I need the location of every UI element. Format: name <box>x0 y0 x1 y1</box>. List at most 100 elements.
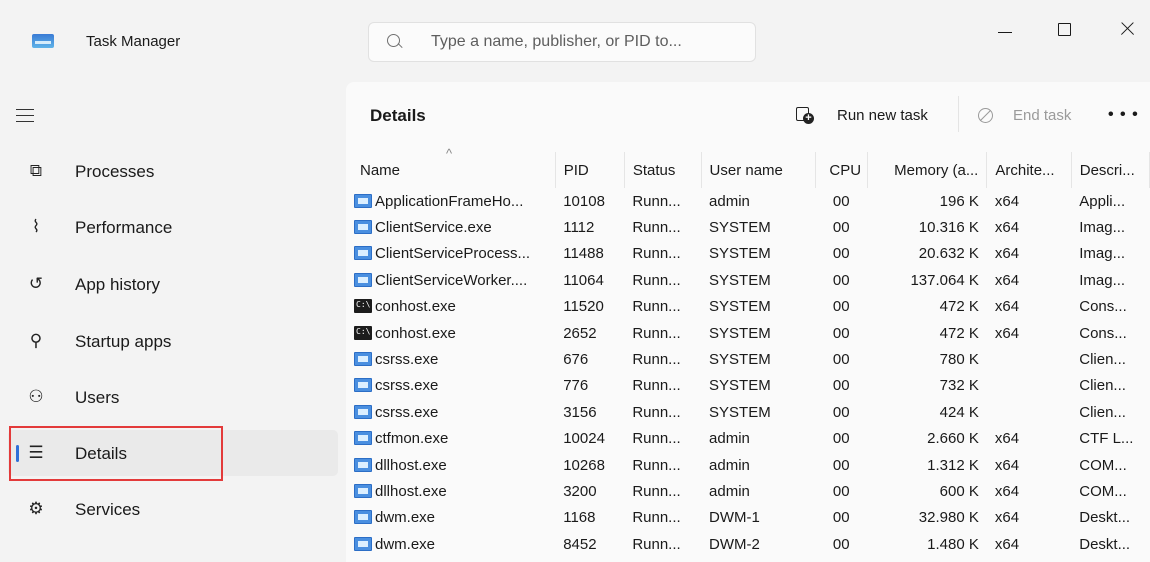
cell-arch: x64 <box>994 509 1020 527</box>
cell-name: dwm.exe <box>352 531 555 557</box>
console-app-icon <box>354 299 372 314</box>
cell-pid: 8452 <box>563 535 597 553</box>
sidebar-item-label: Startup apps <box>75 332 172 351</box>
cell-name: dwm.exe <box>352 505 555 531</box>
search-input[interactable]: Type a name, publisher, or PID to... <box>368 22 756 62</box>
cell-name: dllhost.exe <box>352 452 555 478</box>
app-title: Task Manager <box>86 33 181 50</box>
process-name: ClientServiceWorker.... <box>375 271 528 289</box>
minimize-icon <box>998 32 1012 34</box>
cell-cpu: 00 <box>832 324 850 342</box>
process-name: dwm.exe <box>375 509 436 527</box>
column-header-archite[interactable]: Archite... <box>986 152 1072 188</box>
cell-mem: 472 K <box>939 324 979 342</box>
cell-arch: x64 <box>994 535 1020 553</box>
cell-user: admin <box>709 456 750 474</box>
cell-mem: 424 K <box>939 403 979 421</box>
cell-arch: x64 <box>994 271 1020 289</box>
table-row[interactable]: csrss.exe 776 Runn... SYSTEM 00 732 K Clien... <box>352 373 1150 399</box>
cell-name: ClientServiceWorker.... <box>352 267 555 293</box>
sidebar-item-users[interactable]: ⚇ Users <box>8 374 338 420</box>
task-manager-logo-icon <box>32 34 54 48</box>
console-app-icon <box>354 325 372 340</box>
cell-name: conhost.exe <box>352 294 555 320</box>
table-row[interactable]: ApplicationFrameHo... 10108 Runn... admin 00… <box>352 188 1150 214</box>
cell-mem: 20.632 K <box>918 245 979 263</box>
cell-pid: 1112 <box>563 219 595 237</box>
process-app-icon <box>354 378 372 393</box>
cell-pid: 3156 <box>563 403 597 421</box>
close-button[interactable] <box>1104 10 1150 50</box>
table-row[interactable]: conhost.exe 2652 Runn... SYSTEM 00 472 K x64 Co… <box>352 320 1150 346</box>
table-row[interactable]: ClientService.exe 1112 Runn... SYSTEM 00 10.3… <box>352 214 1150 240</box>
process-name: ApplicationFrameHo... <box>375 192 524 210</box>
sidebar-item-app-history[interactable]: ↺ App history <box>8 261 338 307</box>
column-header-cpu[interactable]: CPU <box>815 152 868 188</box>
column-header-user-name[interactable]: User name <box>701 152 816 188</box>
cell-desc: COM... <box>1079 482 1127 500</box>
process-name: csrss.exe <box>375 351 439 369</box>
cell-user: SYSTEM <box>709 219 771 237</box>
table-row[interactable]: dwm.exe 8452 Runn... DWM-2 00 1.480 K x64 Deskt… <box>352 531 1150 557</box>
cell-pid: 10268 <box>563 456 605 474</box>
cell-mem: 2.660 K <box>927 430 979 448</box>
table-row[interactable]: ClientServiceProcess... 11488 Runn... SYSTE… <box>352 241 1150 267</box>
table-row[interactable]: csrss.exe 3156 Runn... SYSTEM 00 424 K Clien..… <box>352 399 1150 425</box>
minimize-button[interactable] <box>982 10 1028 50</box>
table-row[interactable]: csrss.exe 676 Runn... SYSTEM 00 780 K Clien... <box>352 346 1150 372</box>
details-panel: Details + Run new task End task • • • Na… <box>346 82 1150 562</box>
cell-user: SYSTEM <box>709 377 771 395</box>
column-header-pid[interactable]: PID <box>555 152 625 188</box>
cell-name: csrss.exe <box>352 399 555 425</box>
table-row[interactable]: ClientServiceWorker.... 11064 Runn... SYSTE… <box>352 267 1150 293</box>
cell-desc: Imag... <box>1079 219 1126 237</box>
table-row[interactable]: dwm.exe 1168 Runn... DWM-1 00 32.980 K x64 Desk… <box>352 505 1150 531</box>
column-header-status[interactable]: Status <box>624 152 702 188</box>
cell-user: DWM-1 <box>709 509 760 527</box>
cell-mem: 472 K <box>939 298 979 316</box>
cell-status: Runn... <box>632 271 681 289</box>
table-row[interactable]: dllhost.exe 3200 Runn... admin 00 600 K x64 COM… <box>352 478 1150 504</box>
app-history-icon: ↺ <box>28 274 44 293</box>
cell-desc: Deskt... <box>1079 509 1131 527</box>
sidebar-item-label: Processes <box>75 162 155 181</box>
cell-pid: 3200 <box>563 482 597 500</box>
maximize-icon <box>1058 23 1071 36</box>
column-header-name[interactable]: Name <box>352 146 556 188</box>
performance-icon: ⌇ <box>31 217 41 236</box>
close-icon <box>1118 20 1136 38</box>
cell-status: Runn... <box>632 377 681 395</box>
table-row[interactable]: ctfmon.exe 10024 Runn... admin 00 2.660 K x64 C… <box>352 426 1150 452</box>
more-options-icon[interactable]: • • • <box>1108 106 1139 124</box>
search-icon <box>387 34 400 47</box>
maximize-button[interactable] <box>1042 10 1088 50</box>
cell-user: admin <box>709 192 750 210</box>
sidebar-item-services[interactable]: ⚙ Services <box>8 486 338 532</box>
process-app-icon <box>354 536 372 551</box>
process-app-icon <box>354 220 372 235</box>
run-new-task-icon: + <box>796 107 814 124</box>
column-header-memory-a[interactable]: Memory (a... <box>867 152 988 188</box>
sidebar-item-performance[interactable]: ⌇ Performance <box>8 204 338 250</box>
startup-apps-icon: ⚲ <box>29 331 43 350</box>
sidebar-item-processes[interactable]: ⧉ Processes <box>8 148 338 194</box>
cell-status: Runn... <box>632 324 681 342</box>
cell-mem: 1.480 K <box>927 535 979 553</box>
table-row[interactable]: dllhost.exe 10268 Runn... admin 00 1.312 K x64… <box>352 452 1150 478</box>
cell-cpu: 00 <box>832 192 850 210</box>
process-name: dllhost.exe <box>375 482 447 500</box>
cell-cpu: 00 <box>832 482 850 500</box>
cell-arch: x64 <box>994 324 1020 342</box>
cell-desc: Appli... <box>1079 192 1126 210</box>
table-row[interactable]: conhost.exe 11520 Runn... SYSTEM 00 472 K x64 C… <box>352 294 1150 320</box>
users-icon: ⚇ <box>28 387 44 406</box>
cell-name: dllhost.exe <box>352 478 555 504</box>
cell-name: ctfmon.exe <box>352 426 555 452</box>
sidebar-item-startup-apps[interactable]: ⚲ Startup apps <box>8 318 338 364</box>
cell-name: ClientServiceProcess... <box>352 241 555 267</box>
hamburger-menu-button[interactable] <box>10 102 46 130</box>
process-app-icon <box>354 193 372 208</box>
cell-user: SYSTEM <box>709 403 771 421</box>
cell-cpu: 00 <box>832 351 850 369</box>
column-header-descri[interactable]: Descri... <box>1071 152 1150 188</box>
